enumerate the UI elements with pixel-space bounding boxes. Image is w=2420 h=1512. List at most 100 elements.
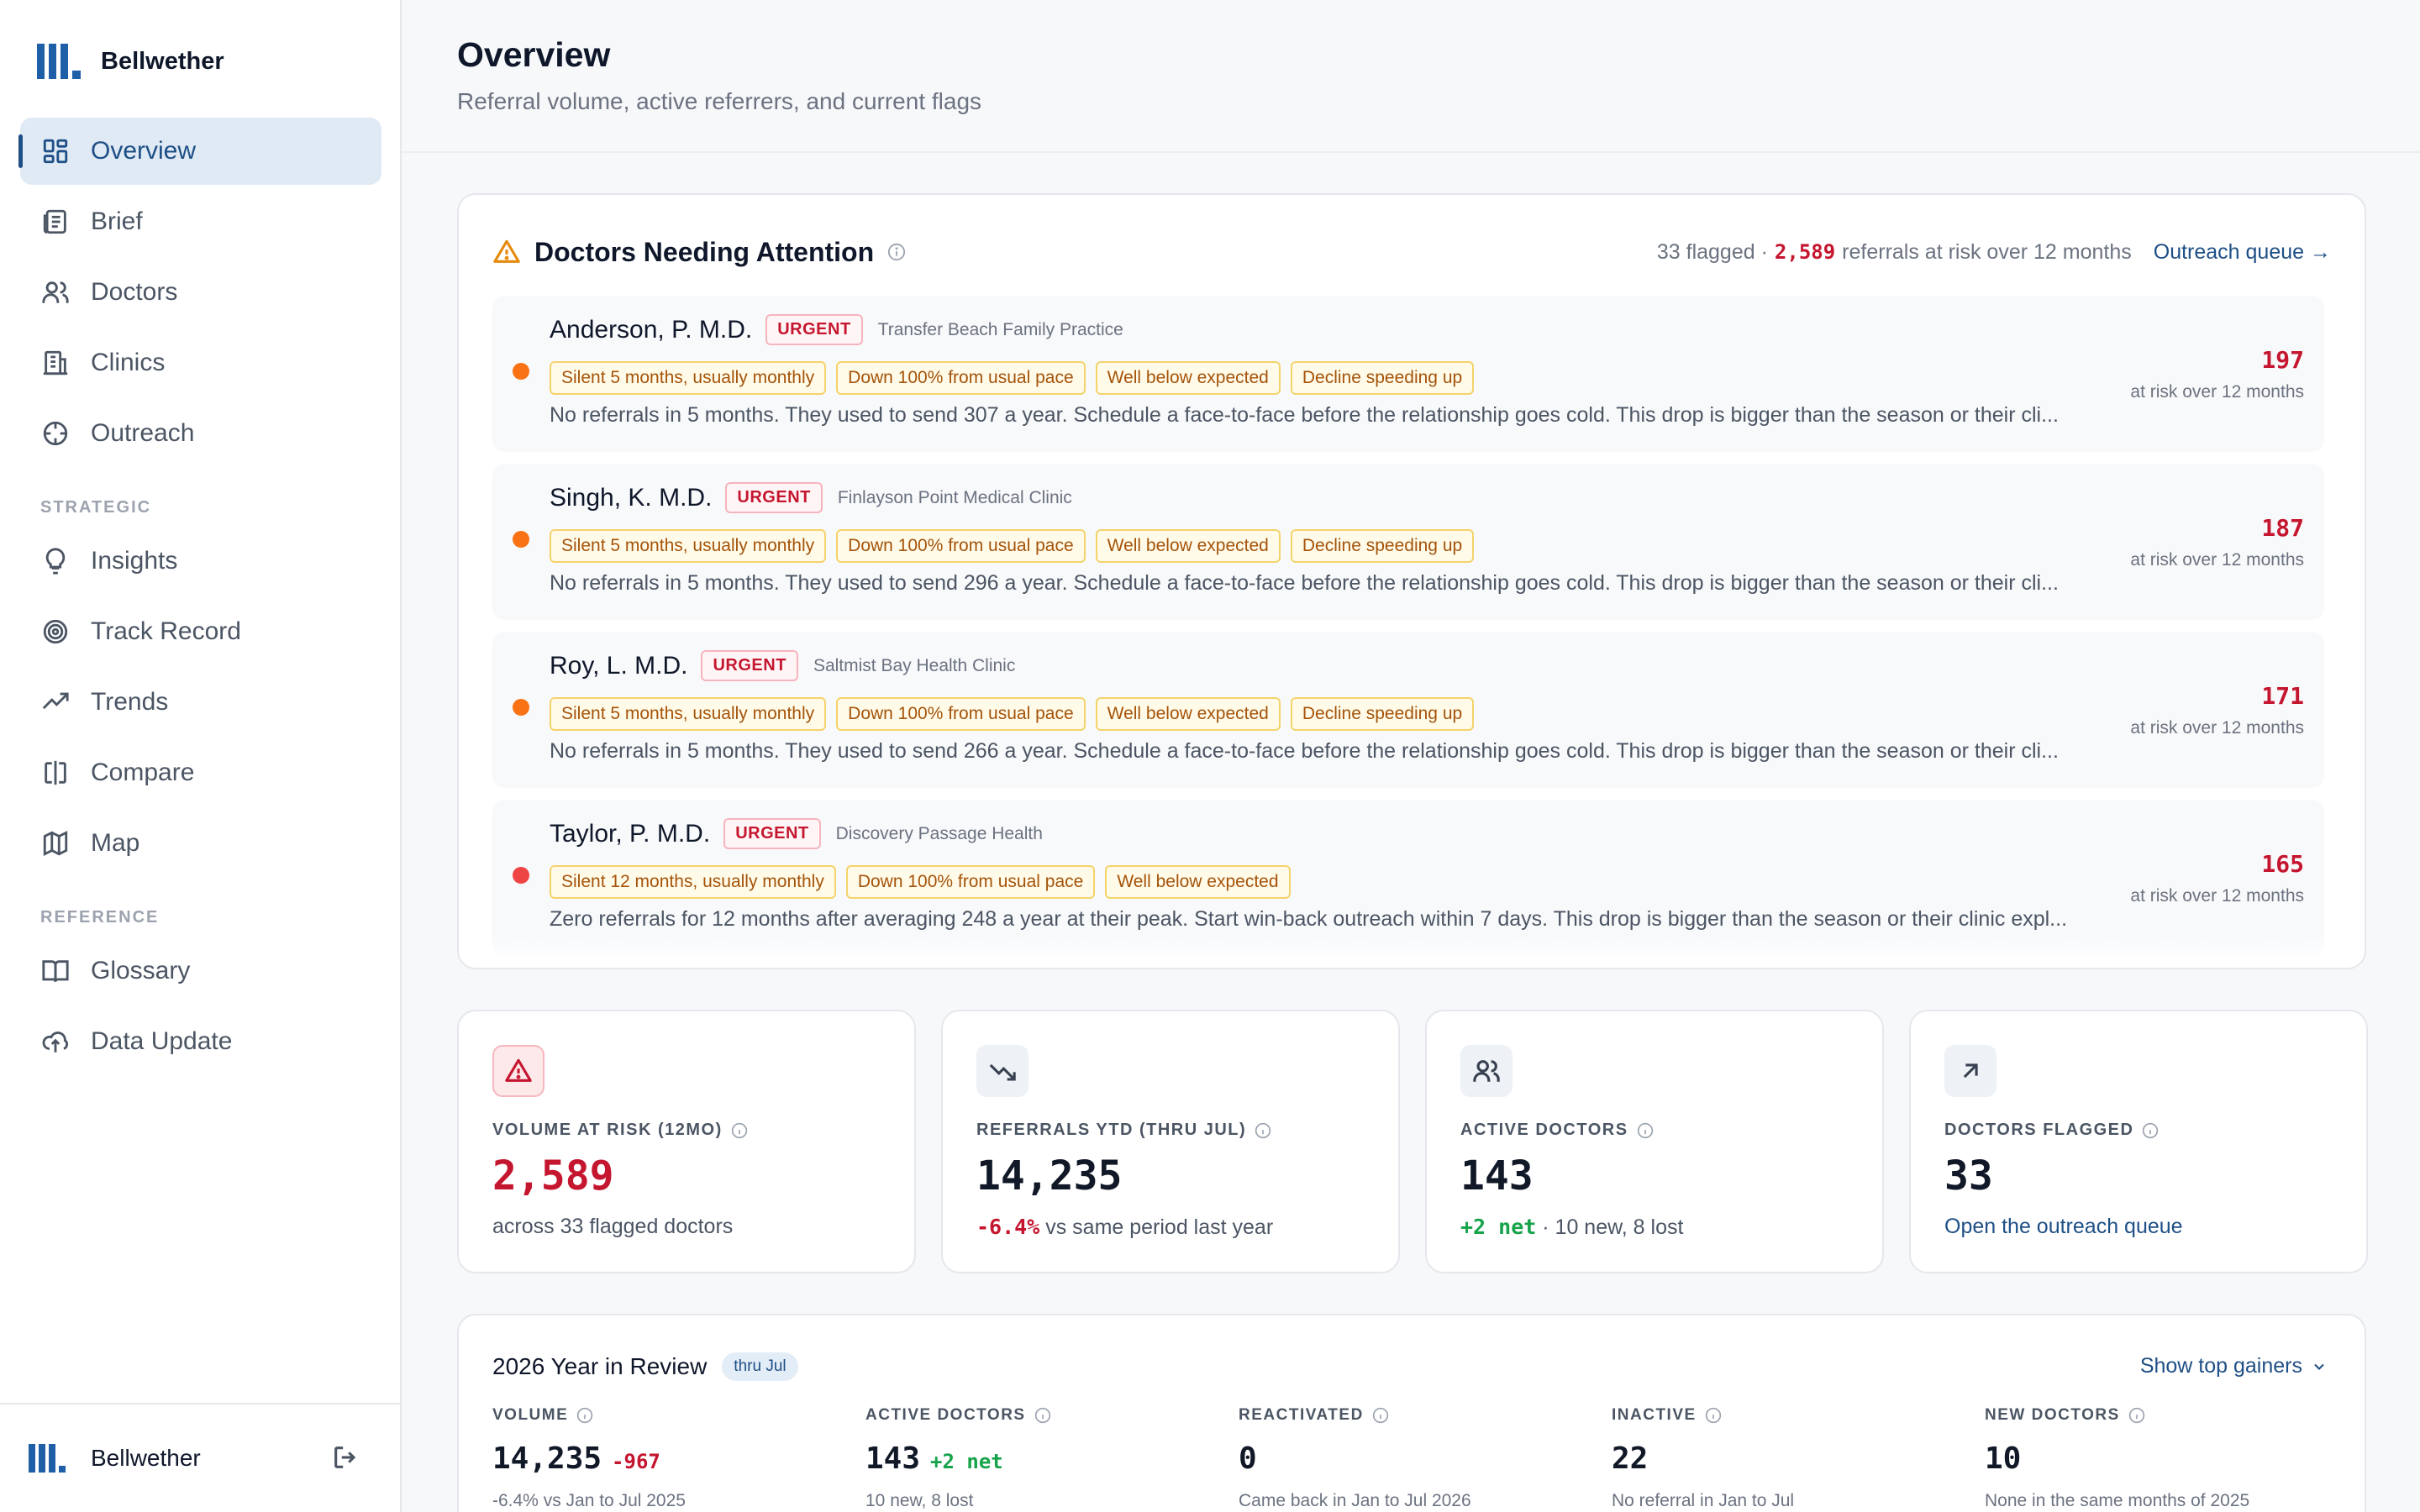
map-icon xyxy=(40,828,71,858)
metric-label: REACTIVATED xyxy=(1239,1406,1591,1425)
doctor-row[interactable]: Anderson, P. M.D. URGENT Transfer Beach … xyxy=(492,296,2324,452)
sidebar-item-insights[interactable]: Insights xyxy=(20,528,381,595)
outreach-queue-link[interactable]: Outreach queue → xyxy=(2154,240,2331,265)
doctor-description: No referrals in 5 months. They used to s… xyxy=(550,403,2059,427)
flagged-count: 33 flagged · xyxy=(1656,239,1768,264)
sidebar-item-map[interactable]: Map xyxy=(20,810,381,877)
info-icon[interactable] xyxy=(1705,1407,1722,1424)
doctor-name[interactable]: Taylor, P. M.D. xyxy=(550,820,710,848)
trending-down-icon xyxy=(976,1045,1028,1097)
page-title: Overview xyxy=(457,35,611,74)
clinic-name: Transfer Beach Family Practice xyxy=(877,319,1123,339)
doctor-risk: 197 at risk over 12 months xyxy=(2130,346,2304,402)
metric-value-text: 22 xyxy=(1612,1441,1649,1476)
doctor-row[interactable]: Singh, K. M.D. URGENT Finlayson Point Me… xyxy=(492,464,2324,620)
brand-name: Bellwether xyxy=(101,47,224,75)
sidebar-item-doctors[interactable]: Doctors xyxy=(20,259,381,326)
open-outreach-queue-link[interactable]: Open the outreach queue xyxy=(1944,1215,2183,1239)
info-icon[interactable] xyxy=(1034,1407,1051,1424)
compare-icon xyxy=(40,758,71,788)
cloud-upload-icon xyxy=(40,1026,71,1057)
stat-value: 2,589 xyxy=(492,1152,614,1200)
sidebar: Bellwether Overview Brief Doctors Clinic… xyxy=(0,0,402,1512)
sidebar-item-brief[interactable]: Brief xyxy=(20,188,381,255)
stat-label: DOCTORS FLAGGED xyxy=(1944,1121,2159,1140)
stat-label-text: DOCTORS FLAGGED xyxy=(1944,1121,2134,1139)
stat-label: VOLUME AT RISK (12MO) xyxy=(492,1121,748,1140)
info-icon[interactable] xyxy=(2142,1122,2159,1139)
metric-sub: Came back in Jan to Jul 2026 xyxy=(1239,1491,1471,1510)
metric-value-text: 143 xyxy=(865,1441,921,1476)
doctor-row[interactable]: Roy, L. M.D. URGENT Saltmist Bay Health … xyxy=(492,632,2324,788)
sidebar-item-label: Trends xyxy=(91,688,169,716)
book-icon xyxy=(40,956,71,986)
sidebar-item-outreach[interactable]: Outreach xyxy=(20,400,381,467)
metric-label: INACTIVE xyxy=(1612,1406,1965,1425)
stat-delta: +2 net xyxy=(1460,1215,1537,1239)
doctor-name[interactable]: Singh, K. M.D. xyxy=(550,484,712,512)
sidebar-item-trends[interactable]: Trends xyxy=(20,669,381,736)
flag-tags: Silent 5 months, usually monthly Down 100… xyxy=(550,529,1475,563)
sidebar-item-track-record[interactable]: Track Record xyxy=(20,598,381,665)
sidebar-item-label: Map xyxy=(91,829,140,857)
section-reference: REFERENCE xyxy=(40,907,160,927)
stat-sub: +2 net · 10 new, 8 lost xyxy=(1460,1215,1683,1240)
doctor-name[interactable]: Roy, L. M.D. xyxy=(550,652,687,680)
toggle-label: Show top gainers xyxy=(2139,1354,2302,1378)
main-content: Overview Referral volume, active referre… xyxy=(402,0,2420,1512)
doctor-name-line: Taylor, P. M.D. URGENT Discovery Passage… xyxy=(550,818,1043,849)
flag-tag: Well below expected xyxy=(1105,865,1291,899)
lightbulb-icon xyxy=(40,546,71,576)
doctor-name[interactable]: Anderson, P. M.D. xyxy=(550,316,752,344)
sidebar-item-label: Brief xyxy=(91,207,143,235)
stat-label: ACTIVE DOCTORS xyxy=(1460,1121,1654,1140)
flag-tag: Well below expected xyxy=(1095,361,1281,395)
sidebar-item-compare[interactable]: Compare xyxy=(20,739,381,806)
flag-tag: Silent 5 months, usually monthly xyxy=(550,361,827,395)
section-strategic: STRATEGIC xyxy=(40,497,152,517)
risk-text: referrals at risk over 12 months xyxy=(1842,239,2132,264)
sidebar-item-label: Insights xyxy=(91,547,178,575)
info-icon[interactable] xyxy=(1372,1407,1389,1424)
risk-value: 171 xyxy=(2261,682,2304,710)
doctors-attention-card: Doctors Needing Attention 33 flagged · 2… xyxy=(457,193,2366,969)
metric-label-text: NEW DOCTORS xyxy=(1985,1406,2120,1424)
header-divider xyxy=(402,151,2420,153)
sidebar-item-clinics[interactable]: Clinics xyxy=(20,329,381,396)
stat-label: REFERRALS YTD (THRU JUL) xyxy=(976,1121,1271,1140)
doctor-row[interactable]: Taylor, P. M.D. URGENT Discovery Passage… xyxy=(492,800,2324,956)
flag-tag: Decline speeding up xyxy=(1290,529,1475,563)
flag-tag: Down 100% from usual pace xyxy=(845,865,1096,899)
info-icon[interactable] xyxy=(1255,1122,1271,1139)
risk-caption: at risk over 12 months xyxy=(2130,382,2304,402)
sidebar-item-glossary[interactable]: Glossary xyxy=(20,937,381,1005)
stat-label-text: ACTIVE DOCTORS xyxy=(1460,1121,1628,1139)
stat-card-active-doctors: ACTIVE DOCTORS 143 +2 net · 10 new, 8 lo… xyxy=(1425,1010,1884,1273)
info-icon[interactable] xyxy=(1637,1122,1654,1139)
sidebar-item-data-update[interactable]: Data Update xyxy=(20,1008,381,1075)
info-icon[interactable] xyxy=(731,1122,748,1139)
sidebar-item-overview[interactable]: Overview xyxy=(18,118,381,185)
metric-value: 143 +2 net xyxy=(865,1441,1218,1476)
doctor-risk: 165 at risk over 12 months xyxy=(2130,850,2304,906)
list-fade xyxy=(459,934,2365,968)
bellwether-logo-icon xyxy=(37,44,81,79)
logout-icon[interactable] xyxy=(331,1443,361,1473)
building-icon xyxy=(40,348,71,378)
info-icon[interactable] xyxy=(887,243,906,261)
info-icon[interactable] xyxy=(2128,1407,2145,1424)
review-metric: INACTIVE 22 No referral in Jan to Jul xyxy=(1612,1406,1965,1511)
stat-card-volume-at-risk: VOLUME AT RISK (12MO) 2,589 across 33 fl… xyxy=(457,1010,916,1273)
info-icon[interactable] xyxy=(576,1407,593,1424)
stat-sub: across 33 flagged doctors xyxy=(492,1215,734,1238)
doctor-risk: 171 at risk over 12 months xyxy=(2130,682,2304,738)
crosshair-icon xyxy=(40,418,71,449)
show-top-gainers-toggle[interactable]: Show top gainers xyxy=(2140,1354,2328,1378)
stat-delta: -6.4% xyxy=(976,1215,1040,1239)
doctor-name-line: Singh, K. M.D. URGENT Finlayson Point Me… xyxy=(550,482,1072,513)
status-dot-icon xyxy=(513,363,529,380)
bellwether-logo-icon xyxy=(29,1444,66,1473)
flag-tag: Decline speeding up xyxy=(1290,361,1475,395)
users-icon xyxy=(40,277,71,307)
brand[interactable]: Bellwether xyxy=(37,44,224,79)
